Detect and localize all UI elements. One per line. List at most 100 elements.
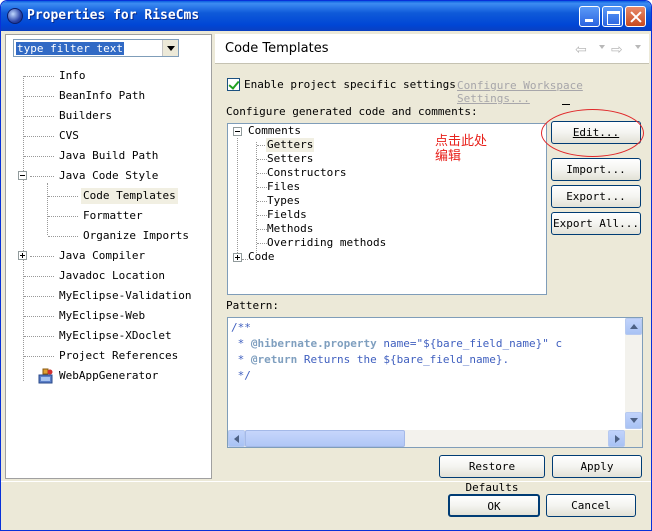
- enable-project-settings-label[interactable]: Enable project specific settings: [244, 78, 456, 91]
- tree-line: [24, 96, 54, 97]
- tree-node-code[interactable]: Code: [248, 250, 275, 264]
- properties-dialog: Properties for RiseCms type filter text …: [0, 0, 652, 531]
- expand-icon[interactable]: [18, 251, 27, 260]
- nav-item-code-templates[interactable]: Code Templates: [81, 188, 178, 204]
- tree-node-methods[interactable]: Methods: [267, 222, 313, 236]
- window-title: Properties for RiseCms: [27, 8, 200, 23]
- tree-line: [24, 116, 54, 117]
- tree-line: [24, 76, 54, 77]
- tree-node-files[interactable]: Files: [267, 180, 300, 194]
- tree-line: [24, 276, 54, 277]
- filter-input[interactable]: type filter text: [16, 42, 124, 55]
- nav-item-java-compiler[interactable]: Java Compiler: [59, 248, 145, 264]
- cancel-button[interactable]: Cancel: [546, 494, 636, 517]
- tree-line: [48, 216, 78, 217]
- back-arrow-icon[interactable]: ⇦: [575, 42, 587, 58]
- tree-line: [24, 336, 54, 337]
- configure-workspace-link[interactable]: Configure Workspace Settings...: [457, 79, 649, 105]
- pattern-line-4: */: [231, 369, 251, 382]
- maximize-button[interactable]: [602, 6, 623, 27]
- nav-item-myeclipse-web[interactable]: MyEclipse-Web: [59, 308, 145, 324]
- tree-node-constructors[interactable]: Constructors: [267, 166, 346, 180]
- tree-line: [257, 159, 267, 160]
- pattern-line-3: * @return Returns the ${bare_field_name}…: [231, 353, 510, 366]
- scroll-right-button[interactable]: [608, 430, 625, 447]
- title-bar[interactable]: Properties for RiseCms: [1, 1, 651, 31]
- nav-item-java-code-style[interactable]: Java Code Style: [59, 168, 158, 184]
- chevron-left-icon: [234, 435, 239, 443]
- nav-item-javadoc-location[interactable]: Javadoc Location: [59, 268, 165, 284]
- annotation-line-2: 编辑: [435, 149, 462, 164]
- tree-node-getters[interactable]: Getters: [266, 138, 315, 152]
- scroll-down-button[interactable]: [625, 412, 642, 429]
- pattern-editor[interactable]: /** * @hibernate.property name="${bare_f…: [227, 317, 643, 448]
- annotation-line-1: 点击此处: [435, 134, 488, 149]
- collapse-icon[interactable]: [233, 127, 242, 136]
- tree-line: [24, 356, 54, 357]
- vertical-scrollbar[interactable]: [625, 318, 642, 429]
- tree-node-setters[interactable]: Setters: [267, 152, 313, 166]
- tree-node-fields[interactable]: Fields: [267, 208, 307, 222]
- page-title: Code Templates: [225, 41, 329, 56]
- nav-item-organize-imports[interactable]: Organize Imports: [83, 228, 189, 244]
- pattern-line-2: * @hibernate.property name="${bare_field…: [231, 337, 563, 350]
- chevron-down-icon[interactable]: [635, 45, 641, 49]
- nav-item-cvs[interactable]: CVS: [59, 128, 79, 144]
- import-button[interactable]: Import...: [551, 158, 641, 181]
- line-prefix: *: [231, 337, 251, 350]
- nav-item-beaninfo-path[interactable]: BeanInfo Path: [59, 88, 145, 104]
- red-highlight-circle: [541, 109, 644, 157]
- tree-node-overriding-methods[interactable]: Overriding methods: [267, 236, 386, 250]
- nav-item-builders[interactable]: Builders: [59, 108, 112, 124]
- close-button[interactable]: [625, 6, 646, 27]
- apply-button[interactable]: Apply: [552, 455, 642, 478]
- configure-label: Configure generated code and comments:: [226, 105, 478, 118]
- tree-line: [24, 316, 54, 317]
- collapse-icon[interactable]: [18, 171, 27, 180]
- nav-item-myeclipse-validation[interactable]: MyEclipse-Validation: [59, 288, 191, 304]
- javadoc-tag: @hibernate.property: [250, 337, 377, 350]
- pattern-line-1: /**: [231, 321, 251, 334]
- chevron-down-icon[interactable]: [162, 40, 178, 56]
- pattern-label: Pattern:: [226, 299, 279, 312]
- enable-project-settings-checkbox[interactable]: [227, 78, 240, 91]
- tree-line: [48, 236, 78, 237]
- scroll-thumb[interactable]: [245, 430, 405, 447]
- javadoc-tag: @return: [250, 353, 298, 366]
- export-all-button[interactable]: Export All...: [551, 212, 641, 235]
- nav-item-project-references[interactable]: Project References: [59, 348, 178, 364]
- webapp-generator-icon: [38, 368, 53, 384]
- line-prefix: *: [231, 353, 251, 366]
- line-rest: Returns the ${bare_field_name}.: [297, 353, 510, 366]
- tree-line: [24, 296, 54, 297]
- code-templates-tree[interactable]: Comments Getters Setters Constructors Fi…: [227, 123, 547, 295]
- expand-icon[interactable]: [233, 253, 242, 262]
- minimize-button[interactable]: [579, 6, 600, 27]
- forward-arrow-icon[interactable]: ⇨: [611, 42, 623, 58]
- chevron-right-icon: [615, 435, 620, 443]
- scroll-up-button[interactable]: [625, 318, 642, 335]
- scrollbar-corner: [625, 430, 642, 447]
- restore-defaults-button[interactable]: Restore Defaults: [439, 455, 545, 494]
- chevron-down-icon[interactable]: [599, 45, 605, 49]
- tree-line: [257, 243, 267, 244]
- ok-button[interactable]: OK: [448, 494, 540, 517]
- tree-node-types[interactable]: Types: [267, 194, 300, 208]
- horizontal-scrollbar[interactable]: [228, 430, 625, 447]
- chevron-up-icon: [630, 324, 638, 329]
- nav-item-formatter[interactable]: Formatter: [83, 208, 143, 224]
- tree-node-comments[interactable]: Comments: [248, 124, 301, 138]
- nav-item-webappgenerator[interactable]: WebAppGenerator: [59, 368, 158, 384]
- eclipse-icon: [7, 8, 23, 24]
- tree-line: [24, 156, 54, 157]
- tree-line: [257, 187, 267, 188]
- nav-item-myeclipse-xdoclet[interactable]: MyEclipse-XDoclet: [59, 328, 172, 344]
- scroll-left-button[interactable]: [228, 430, 245, 447]
- filter-combo[interactable]: type filter text: [13, 39, 179, 57]
- export-button[interactable]: Export...: [551, 185, 641, 208]
- divider: [1, 481, 651, 482]
- annotation-text: 点击此处 编辑: [435, 134, 487, 164]
- nav-item-info[interactable]: Info: [59, 68, 86, 84]
- nav-item-java-build-path[interactable]: Java Build Path: [59, 148, 158, 164]
- tree-line: [237, 138, 238, 259]
